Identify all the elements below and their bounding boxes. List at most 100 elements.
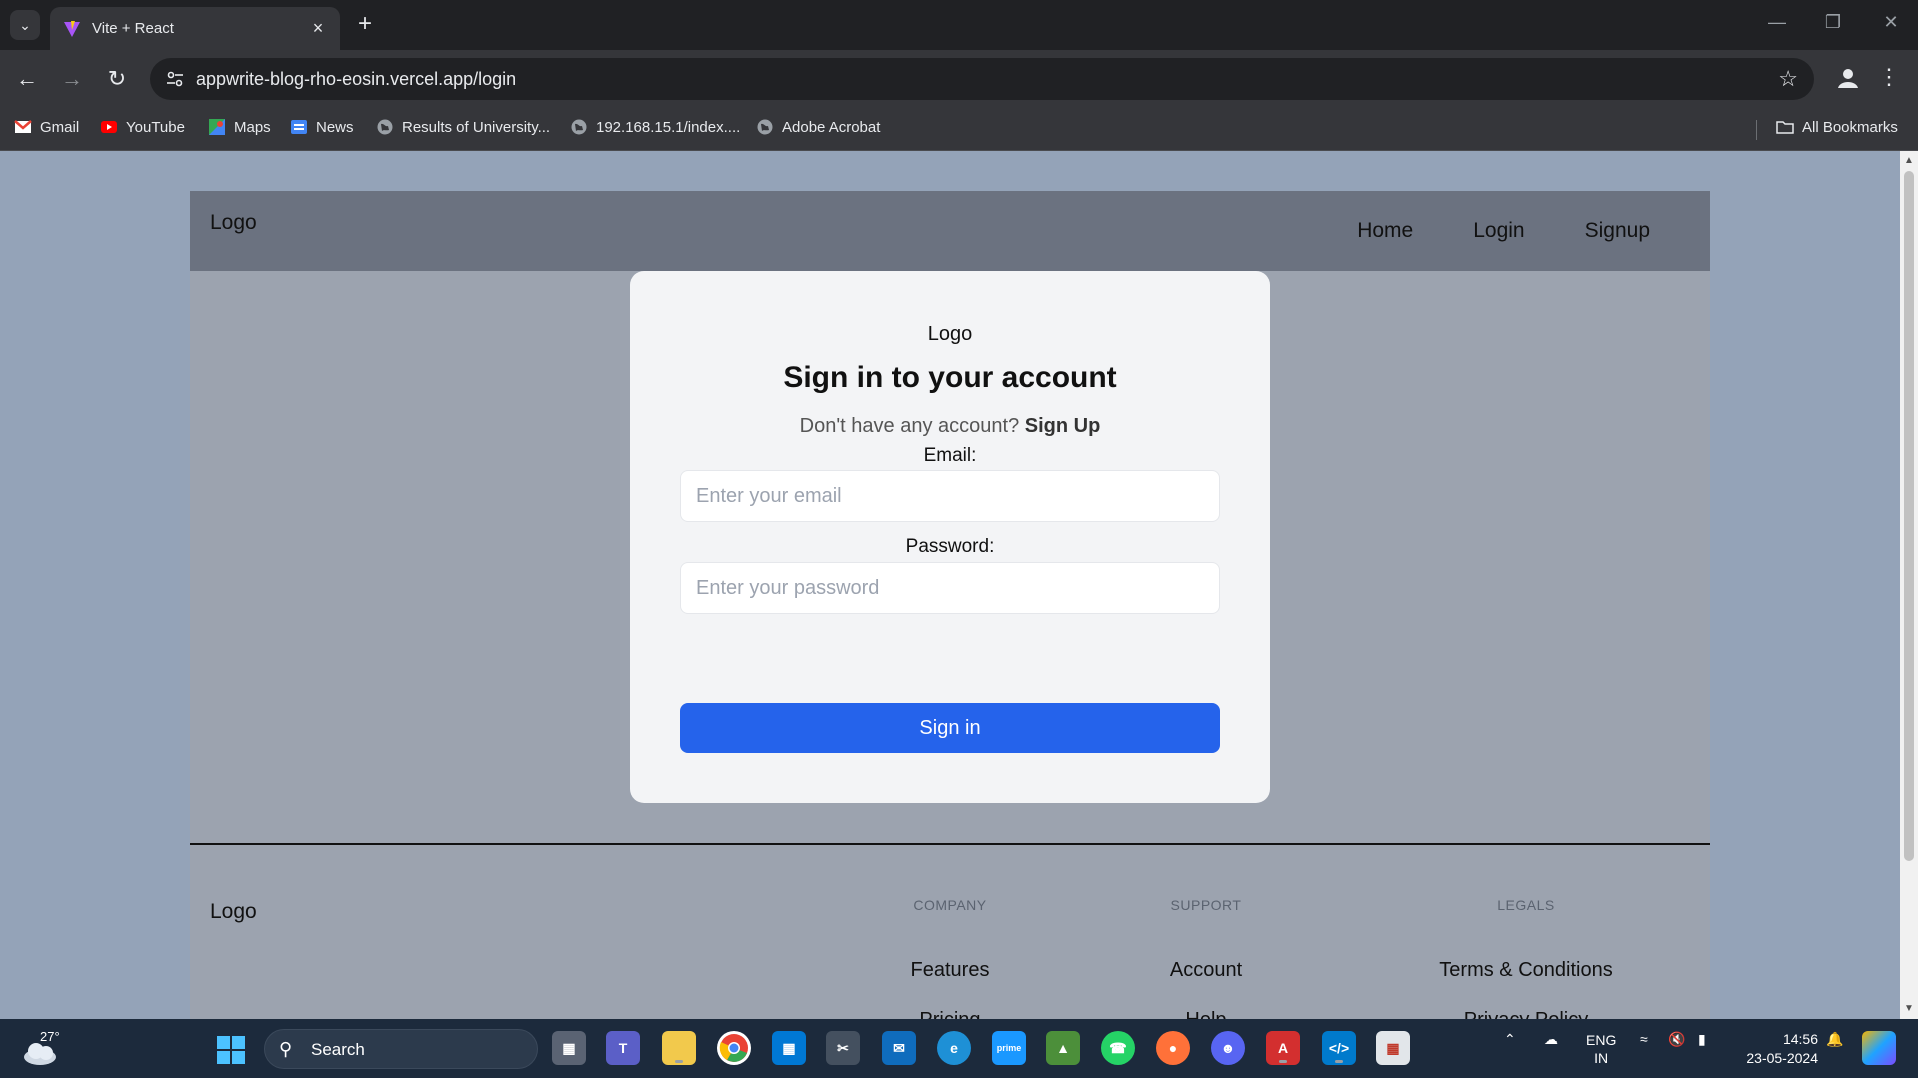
close-tab-icon[interactable]: ×	[308, 18, 328, 39]
nav-home[interactable]: Home	[1327, 219, 1443, 243]
footer-link-privacy[interactable]: Privacy Policy	[1406, 1009, 1646, 1019]
taskbar-search[interactable]: ⚲ Search	[264, 1029, 538, 1069]
scroll-up-icon[interactable]: ▲	[1900, 155, 1918, 166]
page-title: Sign in to your account	[783, 361, 1117, 394]
bookmark-university-results[interactable]: Results of University...	[376, 118, 550, 136]
running-indicator	[1335, 1060, 1343, 1063]
header-logo[interactable]: Logo	[210, 211, 257, 235]
copilot-icon[interactable]	[1862, 1031, 1896, 1065]
signup-prompt: Don't have any account? Sign Up	[630, 415, 1270, 438]
task-view-icon[interactable]: ▦	[552, 1031, 586, 1065]
firefox-icon[interactable]: ●	[1156, 1031, 1190, 1065]
footer-link-account[interactable]: Account	[1126, 959, 1286, 982]
nav-login[interactable]: Login	[1443, 219, 1554, 243]
globe-icon	[377, 119, 393, 135]
bookmark-news[interactable]: News	[290, 118, 354, 136]
bookmark-router[interactable]: 192.168.15.1/index....	[570, 118, 740, 136]
globe-icon	[571, 119, 587, 135]
file-explorer-icon[interactable]	[662, 1031, 696, 1065]
scroll-down-icon[interactable]: ▼	[1900, 1003, 1918, 1014]
onedrive-offline-icon[interactable]: ☁	[1544, 1031, 1558, 1048]
app-container: Logo Home Login Signup Logo Sign in to y…	[190, 191, 1710, 1019]
window-close-icon[interactable]: ✕	[1876, 12, 1906, 33]
new-tab-button[interactable]: +	[352, 12, 378, 38]
edge-icon[interactable]: e	[937, 1031, 971, 1065]
email-field[interactable]	[680, 470, 1220, 522]
page-scrollbar[interactable]: ▲ ▼	[1900, 151, 1918, 1019]
tab-title: Vite + React	[92, 20, 174, 37]
acrobat-icon[interactable]: A	[1266, 1031, 1300, 1065]
address-bar[interactable]: appwrite-blog-rho-eosin.vercel.app/login…	[150, 58, 1814, 100]
maps-icon	[209, 119, 225, 135]
weather-temperature: 27°	[40, 1029, 60, 1044]
back-button[interactable]: ←	[12, 64, 42, 94]
mail-icon[interactable]: ✉	[882, 1031, 916, 1065]
folder-icon	[1776, 121, 1794, 134]
signup-prompt-text: Don't have any account?	[799, 415, 1020, 437]
footer-support-heading: SUPPORT	[1170, 897, 1242, 913]
footer-link-help[interactable]: Help	[1126, 1009, 1286, 1019]
browser-tab[interactable]: Vite + React ×	[50, 7, 340, 50]
windows-start-icon[interactable]	[216, 1035, 246, 1065]
notification-bell-icon[interactable]: 🔔	[1826, 1031, 1843, 1048]
footer-legals: LEGALS Terms & Conditions Privacy Policy	[1406, 845, 1646, 1019]
page-viewport: Logo Home Login Signup Logo Sign in to y…	[0, 151, 1900, 1019]
browser-toolbar: ← → ↻ appwrite-blog-rho-eosin.vercel.app…	[0, 50, 1918, 108]
volume-muted-icon[interactable]: 🔇	[1668, 1031, 1685, 1048]
bookmark-adobe-acrobat[interactable]: Adobe Acrobat	[756, 118, 880, 136]
whatsapp-icon[interactable]: ☎	[1101, 1031, 1135, 1065]
wifi-icon[interactable]: ≈	[1640, 1031, 1648, 1047]
footer-logo[interactable]: Logo	[210, 900, 257, 924]
teams-icon[interactable]: T	[606, 1031, 640, 1065]
ms-store-icon[interactable]: ▦	[772, 1031, 806, 1065]
login-card: Logo Sign in to your account Don't have …	[630, 271, 1270, 803]
chrome-icon[interactable]	[717, 1031, 751, 1065]
input-language[interactable]: ENG IN	[1586, 1031, 1616, 1067]
prime-video-icon[interactable]: prime	[992, 1031, 1026, 1065]
calendar-app-icon[interactable]: ▦	[1376, 1031, 1410, 1065]
forward-button[interactable]: →	[57, 64, 87, 94]
all-bookmarks[interactable]: All Bookmarks	[1776, 118, 1898, 136]
running-indicator	[1279, 1060, 1287, 1063]
battery-icon[interactable]: ▮	[1698, 1031, 1706, 1048]
kebab-menu-icon[interactable]: ⋮	[1878, 64, 1900, 94]
bookmark-youtube[interactable]: YouTube	[100, 118, 185, 136]
bookmark-maps[interactable]: Maps	[208, 118, 271, 136]
password-label: Password:	[905, 536, 995, 557]
arrow-right-icon: →	[61, 66, 83, 91]
url-text[interactable]: appwrite-blog-rho-eosin.vercel.app/login	[196, 69, 516, 90]
tab-strip: ⌄ Vite + React × + — ❐ ✕	[0, 0, 1918, 50]
tab-search-button[interactable]: ⌄	[10, 10, 40, 40]
footer-link-features[interactable]: Features	[870, 959, 1030, 982]
email-label: Email:	[923, 445, 977, 466]
clock-date: 23-05-2024	[1746, 1050, 1818, 1066]
image-viewer-icon[interactable]: ▲	[1046, 1031, 1080, 1065]
profile-icon[interactable]	[1834, 64, 1862, 92]
card-logo: Logo	[927, 323, 973, 345]
bookmark-gmail[interactable]: Gmail	[14, 118, 79, 136]
scrollbar-thumb[interactable]	[1904, 171, 1914, 861]
footer-link-pricing[interactable]: Pricing	[870, 1009, 1030, 1019]
clock-time: 14:56	[1782, 1031, 1818, 1047]
discord-icon[interactable]: ☻	[1211, 1031, 1245, 1065]
footer-company: COMPANY Features Pricing	[870, 845, 1030, 1019]
bookmarks-divider	[1756, 120, 1757, 140]
youtube-icon	[101, 121, 117, 133]
footer-company-heading: COMPANY	[913, 897, 987, 913]
nav-signup[interactable]: Signup	[1555, 219, 1680, 243]
sign-in-button[interactable]: Sign in	[680, 703, 1220, 753]
minimize-icon[interactable]: —	[1762, 12, 1792, 33]
bookmark-star-icon[interactable]: ☆	[1778, 66, 1798, 92]
footer-link-terms[interactable]: Terms & Conditions	[1406, 959, 1646, 982]
search-icon: ⚲	[279, 1039, 293, 1059]
signup-link[interactable]: Sign Up	[1025, 415, 1101, 437]
password-field[interactable]	[680, 562, 1220, 614]
vscode-icon[interactable]: </>	[1322, 1031, 1356, 1065]
site-settings-icon[interactable]	[164, 68, 186, 90]
bookmarks-bar: Gmail YouTube Maps News Results of Unive…	[0, 108, 1918, 151]
system-clock[interactable]: 14:56 23-05-2024	[1738, 1030, 1818, 1068]
reload-button[interactable]: ↻	[102, 64, 132, 94]
restore-icon[interactable]: ❐	[1818, 12, 1848, 33]
snipping-tool-icon[interactable]: ✂	[826, 1031, 860, 1065]
tray-overflow-icon[interactable]: ⌃	[1504, 1031, 1516, 1048]
